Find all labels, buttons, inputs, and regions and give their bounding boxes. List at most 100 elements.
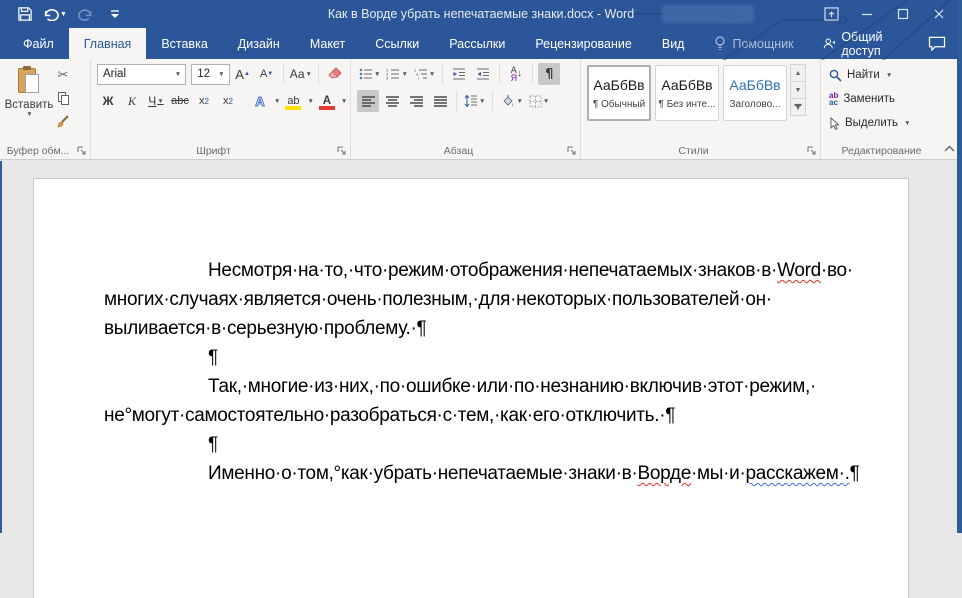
document-line[interactable]: многих·случаях·является·очень·полезным,·… <box>104 285 860 314</box>
strikethrough-button[interactable]: abc <box>169 90 191 112</box>
document-line[interactable]: выливается·в·серьезную·проблему.·¶ <box>104 314 860 343</box>
style-preview: АаБбВв <box>593 77 644 93</box>
comments-button[interactable] <box>922 28 962 59</box>
style-label: ¶ Обычный <box>593 99 645 110</box>
text-effects-caret[interactable]: ▼ <box>274 98 280 105</box>
document-line[interactable]: Именно·о·том,°как·убрать·непечатаемые·зн… <box>104 459 860 488</box>
increase-indent-button[interactable] <box>472 63 494 85</box>
styles-gallery-more-button[interactable]: ▬▼ <box>790 98 806 116</box>
style-gallery-scroll: ▲ ▼ ▬▼ <box>790 65 806 121</box>
collapse-ribbon-chevron-icon <box>944 145 955 152</box>
text-run: ¶ <box>208 347 218 368</box>
style-card--Без-инте-[interactable]: АаБбВв¶ Без инте... <box>655 65 719 121</box>
document-page[interactable]: Несмотря·на·то,·что·режим·отображения·не… <box>33 178 909 598</box>
italic-button[interactable]: К <box>121 90 143 112</box>
select-button[interactable]: Выделить▼ <box>827 112 938 134</box>
bullets-button[interactable]: ▼ <box>357 63 382 85</box>
justify-button[interactable] <box>429 90 451 112</box>
save-button[interactable] <box>12 3 38 25</box>
tab-Вид[interactable]: Вид <box>647 28 700 59</box>
tab-Макет[interactable]: Макет <box>295 28 360 59</box>
tab-Рецензирование[interactable]: Рецензирование <box>520 28 647 59</box>
spellcheck-flagged-text: Ворде <box>637 463 691 484</box>
underline-button[interactable]: Ч▼ <box>145 90 167 112</box>
styles-scroll-down-button[interactable]: ▼ <box>790 81 806 99</box>
borders-icon <box>529 95 542 108</box>
grow-font-icon: А <box>235 67 244 82</box>
superscript-button[interactable]: x2 <box>217 90 239 112</box>
document-text[interactable]: Несмотря·на·то,·что·режим·отображения·не… <box>34 179 908 488</box>
shading-button[interactable]: ▼ <box>498 90 524 112</box>
text-highlight-button[interactable]: ab <box>282 90 304 112</box>
tab-Вставка[interactable]: Вставка <box>146 28 222 59</box>
decrease-indent-button[interactable] <box>448 63 470 85</box>
document-line[interactable]: ¶ <box>104 430 860 459</box>
tab-Ссылки[interactable]: Ссылки <box>360 28 434 59</box>
replace-button[interactable]: abac Заменить <box>827 88 938 110</box>
align-center-button[interactable] <box>381 90 403 112</box>
sort-button[interactable]: АЯ↓ <box>505 63 527 85</box>
bold-button[interactable]: Ж <box>97 90 119 112</box>
clipboard-dialog-launcher[interactable] <box>77 146 87 156</box>
minimize-button[interactable] <box>849 0 885 28</box>
style-card-Заголово-[interactable]: АаБбВвЗаголово... <box>723 65 787 121</box>
style-card--Обычный[interactable]: АаБбВв ¶ Обычный <box>587 65 651 121</box>
collapse-ribbon-button[interactable] <box>940 141 958 155</box>
redo-icon <box>78 8 93 21</box>
bullets-icon <box>359 68 373 80</box>
clear-formatting-button[interactable] <box>324 63 346 85</box>
window-controls <box>813 0 957 28</box>
document-line[interactable]: Несмотря·на·то,·что·режим·отображения·не… <box>104 256 860 285</box>
document-line[interactable]: Так,·многие·из·них,·по·ошибке·или·по·нез… <box>104 372 860 401</box>
tab-Дизайн[interactable]: Дизайн <box>223 28 295 59</box>
styles-dialog-launcher[interactable] <box>807 146 817 156</box>
format-painter-button[interactable] <box>52 111 74 131</box>
tab-Главная[interactable]: Главная <box>69 28 147 59</box>
subscript-button[interactable]: x2 <box>193 90 215 112</box>
document-line[interactable]: не°могут·самостоятельно·разобраться·с·те… <box>104 401 860 430</box>
redo-button-disabled[interactable] <box>72 3 98 25</box>
font-name-combobox[interactable]: Arial▼ <box>97 64 186 85</box>
undo-button[interactable]: ▼ <box>42 3 68 25</box>
text-run: Именно·о·том,°как·убрать·непечатаемые·зн… <box>208 463 637 484</box>
text-effects-button[interactable]: А <box>249 90 271 112</box>
maximize-button[interactable] <box>885 0 921 28</box>
copy-button[interactable] <box>52 88 74 108</box>
document-area[interactable]: Несмотря·на·то,·что·режим·отображения·не… <box>0 161 962 533</box>
ribbon-display-options-button[interactable] <box>813 0 849 28</box>
share-button[interactable]: Общий доступ <box>809 28 922 59</box>
align-left-button[interactable] <box>357 90 379 112</box>
font-size-combobox[interactable]: 12▼ <box>191 64 229 85</box>
font-color-button[interactable]: А <box>316 90 338 112</box>
select-label: Выделить <box>845 117 898 129</box>
cut-button[interactable]: ✂ <box>52 65 74 85</box>
group-clipboard: Вставить ▼ ✂ Буфер обм... <box>0 59 91 159</box>
undo-dropdown-caret[interactable]: ▼ <box>60 11 67 18</box>
change-case-button[interactable]: Аа▼ <box>289 63 314 85</box>
tab-Файл[interactable]: Файл <box>8 28 69 59</box>
numbering-icon: 123 <box>386 68 400 80</box>
font-dialog-launcher[interactable] <box>337 146 347 156</box>
borders-button[interactable]: ▼ <box>527 90 551 112</box>
customize-quick-access-button[interactable] <box>102 3 128 25</box>
paste-button[interactable]: Вставить ▼ <box>6 63 52 135</box>
numbering-button[interactable]: 123▼ <box>384 63 409 85</box>
shrink-font-button[interactable]: А▼ <box>256 63 278 85</box>
find-button[interactable]: Найти▼ <box>827 64 938 86</box>
multilevel-list-button[interactable]: 1ai▼ <box>412 63 437 85</box>
line-spacing-button[interactable]: ▼ <box>462 90 487 112</box>
grow-font-button[interactable]: А▲ <box>232 63 254 85</box>
highlight-caret[interactable]: ▼ <box>307 98 313 105</box>
font-group-label: Шрифт <box>91 145 336 157</box>
styles-scroll-up-button[interactable]: ▲ <box>790 64 806 82</box>
styles-group-label: Стили <box>581 145 806 157</box>
font-color-caret[interactable]: ▼ <box>341 98 347 105</box>
close-button[interactable] <box>921 0 957 28</box>
tab-Помощник[interactable]: Помощник <box>699 28 808 59</box>
align-right-button[interactable] <box>405 90 427 112</box>
show-formatting-marks-button[interactable]: ¶ <box>538 63 560 85</box>
tab-Рассылки[interactable]: Рассылки <box>434 28 520 59</box>
paragraph-dialog-launcher[interactable] <box>567 146 577 156</box>
document-line[interactable]: ¶ <box>104 343 860 372</box>
paste-dropdown-caret[interactable]: ▼ <box>26 111 32 118</box>
